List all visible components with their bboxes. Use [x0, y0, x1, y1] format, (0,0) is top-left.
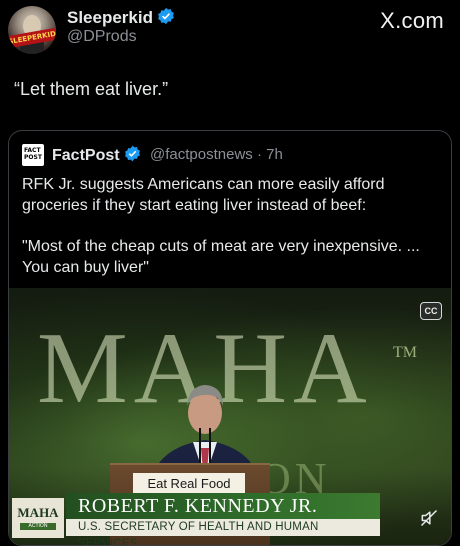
chyron-logo: MAHA ACTION — [12, 498, 64, 538]
quoted-handle-time[interactable]: @factpostnews · 7h — [150, 146, 283, 163]
author-handle[interactable]: @DProds — [67, 28, 137, 46]
muted-speaker-icon[interactable] — [419, 508, 439, 528]
author-avatar[interactable]: SLEEPERKID — [8, 6, 56, 54]
quoted-post-card[interactable]: FACT POST FactPost @factpostnews · 7h RF… — [8, 130, 452, 546]
chyron-title-bar: U.S. SECRETARY OF HEALTH AND HUMAN SERVI… — [66, 519, 380, 545]
verified-badge-icon — [158, 7, 174, 25]
author-name-text: Sleeperkid — [67, 8, 153, 27]
x-logo-watermark: X.com — [380, 8, 444, 33]
closed-captions-button[interactable]: CC — [420, 302, 442, 320]
quoted-text-paragraph-2: "Most of the cheap cuts of meat are very… — [22, 238, 420, 276]
post-text: “Let them eat liver.” — [14, 79, 169, 99]
video-player[interactable]: MAHA TM ON Eat Real Food CC MAHA ACTION … — [9, 288, 451, 545]
quoted-author-name-text: FactPost — [52, 147, 120, 164]
podium-sign: Eat Real Food — [133, 473, 245, 495]
chyron-name-bar: ROBERT F. KENNEDY JR. — [66, 493, 380, 519]
author-name[interactable]: Sleeperkid — [67, 7, 175, 28]
quoted-author-name[interactable]: FactPost — [52, 145, 141, 165]
verified-badge-icon — [124, 145, 140, 162]
quoted-text-paragraph-1: RFK Jr. suggests Americans can more easi… — [22, 176, 385, 214]
factpost-avatar[interactable]: FACT POST — [22, 144, 44, 166]
backdrop-trademark: TM — [393, 344, 417, 361]
